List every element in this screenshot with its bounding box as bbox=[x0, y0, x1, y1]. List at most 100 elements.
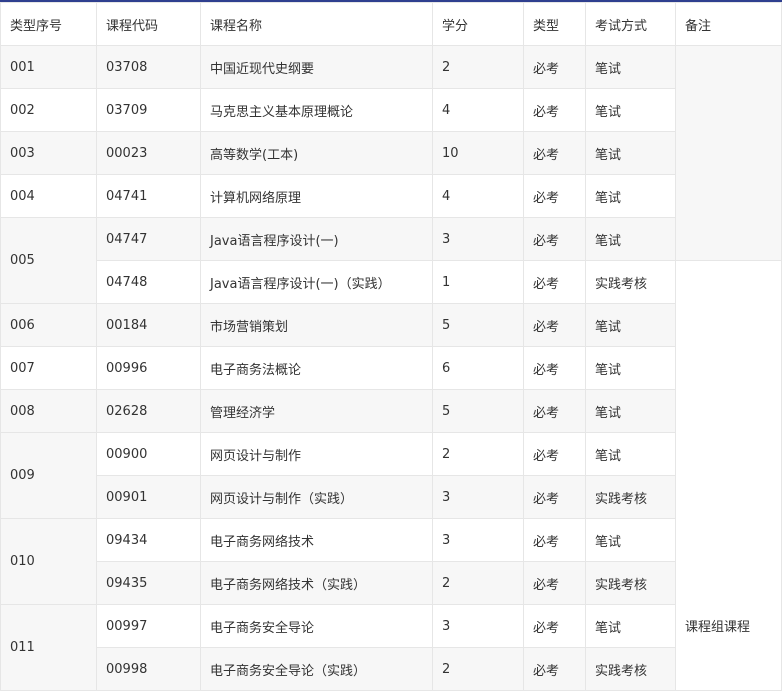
cell-name: Java语言程序设计(一)（实践） bbox=[200, 260, 433, 304]
header-type: 类型 bbox=[523, 2, 586, 46]
table-row: 004 04741 计算机网络原理 4 必考 笔试 bbox=[0, 174, 782, 218]
cell-code: 00900 bbox=[96, 432, 201, 476]
cell-name: 高等数学(工本) bbox=[200, 131, 433, 175]
cell-name: 电子商务网络技术（实践） bbox=[200, 561, 433, 605]
cell-type: 必考 bbox=[523, 647, 586, 691]
cell-name: Java语言程序设计(一) bbox=[200, 217, 433, 261]
course-table: 类型序号 课程代码 课程名称 学分 类型 考试方式 备注 001 03708 中国近… bbox=[0, 2, 782, 691]
cell-exam: 笔试 bbox=[585, 45, 676, 89]
table-row: 006 00184 市场营销策划 5 必考 笔试 bbox=[0, 303, 782, 347]
cell-credit: 6 bbox=[432, 346, 524, 390]
cell-name: 电子商务法概论 bbox=[200, 346, 433, 390]
cell-credit: 5 bbox=[432, 303, 524, 347]
cell-exam: 实践考核 bbox=[585, 260, 676, 304]
table-row: 010 09434 电子商务网络技术 3 必考 笔试 bbox=[0, 518, 782, 605]
cell-name: 中国近现代史纲要 bbox=[200, 45, 433, 89]
cell-type: 必考 bbox=[523, 260, 586, 304]
cell-type: 必考 bbox=[523, 131, 586, 175]
cell-exam: 笔试 bbox=[585, 88, 676, 132]
cell-credit: 4 bbox=[432, 174, 524, 218]
cell-exam: 实践考核 bbox=[585, 647, 676, 691]
cell-exam: 笔试 bbox=[585, 217, 676, 261]
cell-seq: 008 bbox=[0, 389, 97, 433]
cell-exam: 笔试 bbox=[585, 518, 676, 562]
cell-code: 02628 bbox=[96, 389, 201, 433]
cell-code: 03708 bbox=[96, 45, 201, 89]
cell-credit: 10 bbox=[432, 131, 524, 175]
cell-code: 04741 bbox=[96, 174, 201, 218]
cell-credit: 3 bbox=[432, 518, 524, 562]
cell-exam: 笔试 bbox=[585, 303, 676, 347]
cell-type: 必考 bbox=[523, 217, 586, 261]
cell-name: 网页设计与制作 bbox=[200, 432, 433, 476]
cell-name: 管理经济学 bbox=[200, 389, 433, 433]
cell-seq: 006 bbox=[0, 303, 97, 347]
table-row: 007 00996 电子商务法概论 6 必考 笔试 bbox=[0, 346, 782, 390]
cell-seq: 001 bbox=[0, 45, 97, 89]
cell-code: 00023 bbox=[96, 131, 201, 175]
cell-credit: 2 bbox=[432, 647, 524, 691]
cell-code: 04747 bbox=[96, 217, 201, 261]
header-row: 类型序号 课程代码 课程名称 学分 类型 考试方式 备注 bbox=[0, 2, 782, 46]
cell-code: 00997 bbox=[96, 604, 201, 648]
table-row: 008 02628 管理经济学 5 必考 笔试 bbox=[0, 389, 782, 433]
cell-name: 网页设计与制作（实践） bbox=[200, 475, 433, 519]
cell-exam: 笔试 bbox=[585, 346, 676, 390]
cell-seq: 011 bbox=[0, 604, 97, 691]
cell-code: 00998 bbox=[96, 647, 201, 691]
cell-code: 09435 bbox=[96, 561, 201, 605]
cell-type: 必考 bbox=[523, 475, 586, 519]
cell-remark bbox=[675, 45, 782, 261]
cell-name: 电子商务安全导论 bbox=[200, 604, 433, 648]
header-seq: 类型序号 bbox=[0, 2, 97, 46]
header-credit: 学分 bbox=[432, 2, 524, 46]
cell-exam: 笔试 bbox=[585, 604, 676, 648]
cell-type: 必考 bbox=[523, 174, 586, 218]
cell-code: 04748 bbox=[96, 260, 201, 304]
cell-name: 电子商务安全导论（实践） bbox=[200, 647, 433, 691]
cell-code: 03709 bbox=[96, 88, 201, 132]
cell-type: 必考 bbox=[523, 432, 586, 476]
table-row: 011 00997 电子商务安全导论 3 必考 笔试 bbox=[0, 604, 782, 691]
cell-exam: 笔试 bbox=[585, 432, 676, 476]
header-name: 课程名称 bbox=[200, 2, 433, 46]
cell-type: 必考 bbox=[523, 88, 586, 132]
table-row: 001 03708 中国近现代史纲要 2 必考 笔试 bbox=[0, 45, 782, 261]
cell-type: 必考 bbox=[523, 561, 586, 605]
cell-credit: 3 bbox=[432, 475, 524, 519]
cell-seq: 009 bbox=[0, 432, 97, 519]
cell-seq: 005 bbox=[0, 217, 97, 304]
table-row: 005 04747 Java语言程序设计(一) 3 必考 笔试 bbox=[0, 217, 782, 304]
table-row: 00998 电子商务安全导论（实践） 2 必考 实践考核 bbox=[1, 647, 782, 691]
cell-type: 必考 bbox=[523, 303, 586, 347]
page: 类型序号 课程代码 课程名称 学分 类型 考试方式 备注 001 03708 中国近… bbox=[0, 0, 782, 691]
cell-code: 00184 bbox=[96, 303, 201, 347]
header-remark: 备注 bbox=[675, 2, 782, 46]
table-row: 009 00900 网页设计与制作 2 必考 笔试 bbox=[0, 432, 782, 519]
cell-credit: 1 bbox=[432, 260, 524, 304]
cell-seq: 010 bbox=[0, 518, 97, 605]
table-row: 003 00023 高等数学(工本) 10 必考 笔试 bbox=[0, 131, 782, 175]
cell-name: 市场营销策划 bbox=[200, 303, 433, 347]
cell-credit: 2 bbox=[432, 561, 524, 605]
cell-remark: 课程组课程 bbox=[675, 260, 782, 691]
cell-seq: 002 bbox=[0, 88, 97, 132]
cell-name: 电子商务网络技术 bbox=[200, 518, 433, 562]
cell-seq: 003 bbox=[0, 131, 97, 175]
cell-type: 必考 bbox=[523, 604, 586, 648]
cell-credit: 3 bbox=[432, 604, 524, 648]
cell-credit: 3 bbox=[432, 217, 524, 261]
cell-exam: 实践考核 bbox=[585, 561, 676, 605]
cell-name: 计算机网络原理 bbox=[200, 174, 433, 218]
cell-name: 马克思主义基本原理概论 bbox=[200, 88, 433, 132]
cell-credit: 4 bbox=[432, 88, 524, 132]
cell-type: 必考 bbox=[523, 389, 586, 433]
cell-exam: 笔试 bbox=[585, 389, 676, 433]
cell-code: 00996 bbox=[96, 346, 201, 390]
cell-seq: 007 bbox=[0, 346, 97, 390]
cell-type: 必考 bbox=[523, 518, 586, 562]
header-exam: 考试方式 bbox=[585, 2, 676, 46]
cell-exam: 实践考核 bbox=[585, 475, 676, 519]
cell-type: 必考 bbox=[523, 346, 586, 390]
header-code: 课程代码 bbox=[96, 2, 201, 46]
